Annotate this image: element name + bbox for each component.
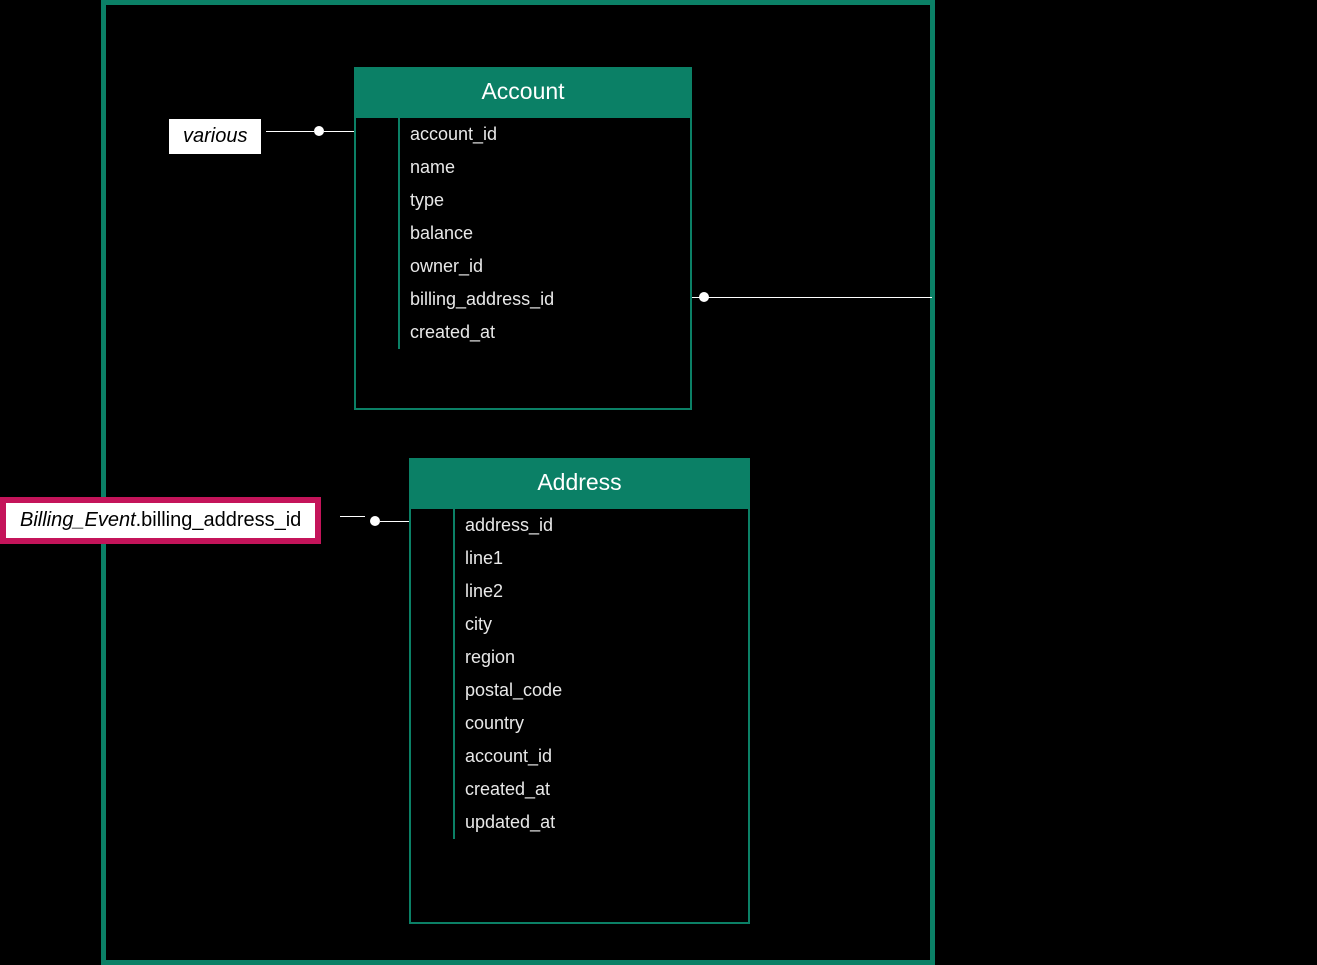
key-cell: FK	[356, 250, 400, 283]
key-cell: FK	[356, 283, 400, 316]
table-row: line1	[411, 542, 748, 575]
table-row: PK address_id	[411, 509, 748, 542]
key-cell	[411, 674, 455, 707]
table-row: PK account_id	[356, 118, 690, 151]
key-cell: PK	[411, 509, 455, 542]
field-name: balance	[400, 217, 690, 250]
connector-line	[266, 131, 314, 132]
entity-account: Account PK account_id name type balance	[354, 67, 692, 410]
ref-label-various: various	[169, 119, 261, 154]
field-name: owner_id	[400, 250, 690, 283]
table-row: FK billing_address_id	[356, 283, 690, 316]
connector-line	[324, 131, 354, 132]
key-cell	[411, 542, 455, 575]
field-name: line1	[455, 542, 748, 575]
table-row: balance	[356, 217, 690, 250]
field-name: city	[455, 608, 748, 641]
connector-line	[340, 516, 365, 517]
field-name: region	[455, 641, 748, 674]
key-cell: FK	[411, 740, 455, 773]
key-cell	[411, 575, 455, 608]
key-cell	[411, 608, 455, 641]
key-cell	[356, 184, 400, 217]
connector-line	[692, 297, 932, 298]
entity-address-body: PK address_id line1 line2 city reg	[409, 509, 750, 924]
table-row: line2	[411, 575, 748, 608]
field-name: name	[400, 151, 690, 184]
connector-line	[380, 521, 409, 522]
field-name: country	[455, 707, 748, 740]
key-cell	[411, 641, 455, 674]
key-cell	[411, 773, 455, 806]
table-row: FK owner_id	[356, 250, 690, 283]
field-name: created_at	[400, 316, 690, 349]
field-name: account_id	[455, 740, 748, 773]
field-name: line2	[455, 575, 748, 608]
field-name: address_id	[455, 509, 748, 542]
entity-address-header: Address	[409, 458, 750, 509]
field-name: account_id	[400, 118, 690, 151]
connector-dot	[314, 126, 324, 136]
ref-column-name: .billing_address_id	[136, 509, 302, 531]
table-row: name	[356, 151, 690, 184]
table-row: FK account_id	[411, 740, 748, 773]
entity-account-body: PK account_id name type balance FK	[354, 118, 692, 410]
table-row: region	[411, 641, 748, 674]
key-cell	[356, 316, 400, 349]
connector-dot	[370, 516, 380, 526]
key-cell	[356, 151, 400, 184]
field-name: type	[400, 184, 690, 217]
ref-label-billing-event: Billing_Event.billing_address_id	[0, 497, 321, 544]
field-name: billing_address_id	[400, 283, 690, 316]
ref-table-name: Billing_Event	[20, 509, 136, 531]
table-row: updated_at	[411, 806, 748, 839]
key-cell	[411, 707, 455, 740]
table-row: type	[356, 184, 690, 217]
field-name: updated_at	[455, 806, 748, 839]
table-row: postal_code	[411, 674, 748, 707]
table-row: created_at	[411, 773, 748, 806]
key-cell: PK	[356, 118, 400, 151]
key-cell	[356, 217, 400, 250]
key-cell	[411, 806, 455, 839]
diagram-canvas: Account PK account_id name type balance	[0, 0, 1317, 965]
field-name: created_at	[455, 773, 748, 806]
table-row: created_at	[356, 316, 690, 349]
outer-frame: Account PK account_id name type balance	[101, 0, 935, 965]
field-name: postal_code	[455, 674, 748, 707]
table-row: city	[411, 608, 748, 641]
entity-address: Address PK address_id line1 line2 city	[409, 458, 750, 924]
entity-account-header: Account	[354, 67, 692, 118]
table-row: country	[411, 707, 748, 740]
